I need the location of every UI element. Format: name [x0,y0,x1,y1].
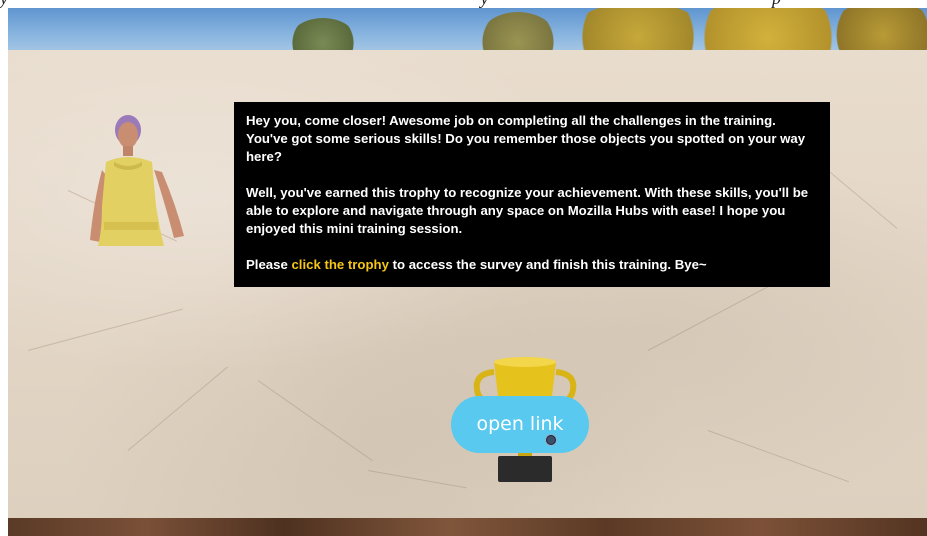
wall-texture-line [827,170,898,229]
woman-avatar-icon [90,115,184,246]
sky-background [8,8,927,54]
wall-texture-line [257,380,373,462]
pointer-cursor-icon [546,435,556,445]
tree-decoration [828,8,927,54]
wall-texture-line [27,308,183,351]
dialog-paragraph-1: Hey you, come closer! Awesome job on com… [246,113,806,164]
wooden-floor [8,518,927,536]
tree-decoration [568,8,708,54]
top-caption-text: y · · · · · · · · · · · · · · · · · · · … [0,0,927,9]
wall-texture-line [367,470,467,489]
dialog-paragraph-3: Please click the trophy to access the su… [246,256,818,274]
dialog-paragraph-3-suffix: to access the survey and finish this tra… [388,257,707,272]
click-the-trophy-highlight: click the trophy [291,257,389,272]
wall-texture-line [127,366,228,451]
wall-texture-line [707,430,850,483]
npc-dialog-box: Hey you, come closer! Awesome job on com… [234,102,830,287]
open-link-button[interactable]: open link [451,396,589,453]
tree-decoration [288,18,358,54]
tree-decoration [478,12,558,54]
tree-decoration [688,8,848,54]
dialog-paragraph-2: Well, you've earned this trophy to recog… [246,185,809,236]
virtual-room-scene: y · · · · · · · · · · · · · · · · · · · … [0,0,927,536]
dialog-paragraph-3-prefix: Please [246,257,292,272]
